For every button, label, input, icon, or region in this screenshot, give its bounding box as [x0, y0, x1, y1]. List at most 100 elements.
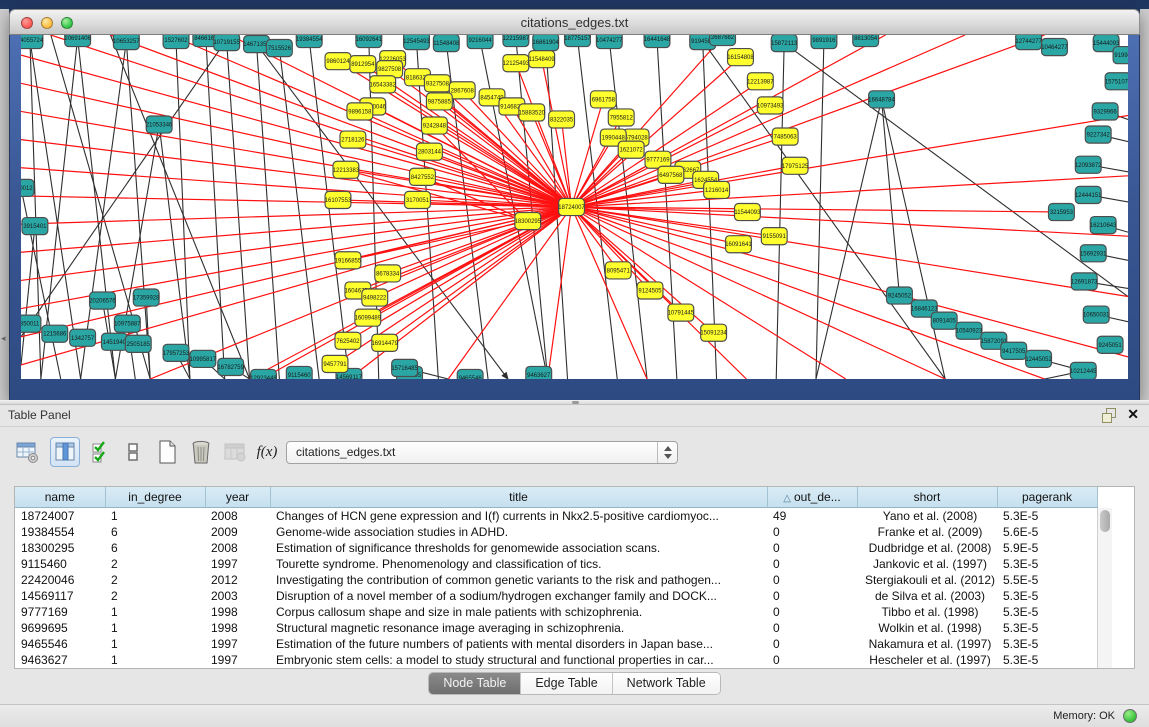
table-cell: 5.3E-5 [997, 507, 1097, 524]
graph-edge [21, 226, 35, 365]
graph-node-label: 1621072 [620, 148, 644, 154]
table-row[interactable]: 911546021997Tourette syndrome. Phenomeno… [15, 556, 1097, 572]
graph-node-label: 9891916 [812, 38, 836, 44]
graph-node-label: 17975125 [782, 164, 809, 170]
column-header-name[interactable]: name [15, 487, 105, 507]
table-cell: 9699695 [15, 620, 105, 636]
table-row[interactable]: 2242004622012Investigating the contribut… [15, 572, 1097, 588]
scrollbar-thumb[interactable] [1100, 510, 1110, 532]
delete-column-button[interactable] [186, 437, 216, 467]
graph-edge [21, 188, 61, 379]
graph-node-label: 7955812 [610, 115, 634, 121]
table-cell: Tourette syndrome. Phenomenology and cla… [270, 556, 767, 572]
table-cell: 5.3E-5 [997, 588, 1097, 604]
graph-node-label: 8912954 [351, 62, 375, 68]
table-cell: 2012 [205, 572, 270, 588]
graph-node-label: 12093872 [1075, 163, 1102, 169]
table-row[interactable]: 1456911722003Disruption of a novel membe… [15, 588, 1097, 604]
graph-node-label: 7515526 [268, 46, 292, 52]
tab-network-table[interactable]: Network Table [613, 673, 720, 694]
column-header-short[interactable]: short [857, 487, 997, 507]
table-row[interactable]: 946554611997Estimation of the future num… [15, 636, 1097, 652]
table-cell: 0 [767, 524, 857, 540]
import-table-button[interactable] [220, 437, 250, 467]
graph-node-label: 3170051 [406, 198, 430, 204]
close-window-button[interactable] [21, 17, 33, 29]
tab-edge-table[interactable]: Edge Table [521, 673, 612, 694]
table-cell: Stergiakouli et al. (2012) [857, 572, 997, 588]
table-row[interactable]: 969969511998Structural magnetic resonanc… [15, 620, 1097, 636]
graph-node-label: 16154808 [727, 55, 754, 61]
table-row[interactable]: 1872400712008Changes of HCN gene express… [15, 507, 1097, 524]
table-settings-icon [15, 440, 39, 464]
graph-node-label: 8678334 [376, 271, 400, 277]
column-visibility-button[interactable] [50, 437, 80, 467]
table-cell: Hescheler et al. (1997) [857, 652, 997, 668]
table-cell: 6 [105, 524, 205, 540]
table-cell: 5.3E-5 [997, 556, 1097, 572]
column-header-year[interactable]: year [205, 487, 270, 507]
column-header-out-de-[interactable]: △out_de... [767, 487, 857, 507]
desktop-background: ◂ citations_edges.txt 240557242069140610… [0, 0, 1149, 400]
graph-node-label: 19384554 [296, 37, 323, 43]
column-header-in-degree[interactable]: in_degree [105, 487, 205, 507]
graph-node-label: 20691406 [64, 36, 91, 42]
table-scrollbar[interactable] [1097, 508, 1112, 668]
select-columns-button[interactable] [86, 437, 116, 467]
network-canvas[interactable]: 2405572420691406106532571527602846616010… [21, 35, 1128, 379]
graph-node-label: 9227342 [1087, 133, 1111, 139]
float-panel-icon[interactable] [1102, 408, 1115, 421]
checkmarks-icon [90, 440, 112, 464]
tab-node-table[interactable]: Node Table [429, 673, 521, 694]
graph-node-label: 2718126 [341, 138, 365, 144]
table-cell: 9115460 [15, 556, 105, 572]
graph-node-label: 9896158 [348, 109, 372, 115]
table-cell: 1 [105, 507, 205, 524]
graph-node-label: 6497568 [659, 173, 683, 179]
sort-ascending-icon: △ [783, 493, 791, 504]
table-cell: 2003 [205, 588, 270, 604]
window-titlebar[interactable]: citations_edges.txt [9, 9, 1140, 35]
graph-node-label: 9498222 [363, 296, 387, 302]
create-column-button[interactable] [152, 437, 182, 467]
memory-status-label: Memory: OK [1053, 710, 1115, 722]
column-header-title[interactable]: title [270, 487, 767, 507]
graph-node-label: 10973493 [757, 103, 784, 109]
table-row[interactable]: 1830029562008Estimation of significance … [15, 540, 1097, 556]
graph-node-label: 9329966 [1094, 109, 1118, 115]
graph-node-label: 3915401 [23, 224, 47, 230]
row-mode-button[interactable] [118, 437, 148, 467]
graph-node-label: 11548408 [433, 41, 460, 47]
memory-indicator[interactable] [1123, 709, 1137, 723]
table-cell: Disruption of a novel member of a sodium… [270, 588, 767, 604]
network-table-selector[interactable]: citations_edges.txt [286, 441, 678, 464]
close-panel-icon[interactable]: ✕ [1127, 407, 1139, 421]
table-cell: Franke et al. (2009) [857, 524, 997, 540]
graph-edge [176, 40, 190, 379]
import-table-icon [223, 440, 247, 464]
column-header-pagerank[interactable]: pagerank [997, 487, 1097, 507]
graph-edge [572, 207, 846, 379]
table-row[interactable]: 977716911998Corpus callosum shape and si… [15, 604, 1097, 620]
function-icon: f(x) [257, 444, 278, 461]
graph-node-label: 9463627 [527, 373, 551, 379]
table-settings-button[interactable] [12, 437, 42, 467]
table-cell: 19384554 [15, 524, 105, 540]
function-builder-button[interactable]: f(x) [252, 437, 282, 467]
table-cell: 22420046 [15, 572, 105, 588]
table-row[interactable]: 946362711997Embryonic stem cells: a mode… [15, 652, 1097, 668]
table-cell: 49 [767, 507, 857, 524]
panel-collapse-arrow[interactable]: ◂ [1, 333, 6, 344]
table-cell: 0 [767, 556, 857, 572]
graph-edge [542, 59, 572, 207]
graph-node-label: 12125493 [503, 61, 530, 67]
graph-edge [548, 207, 572, 379]
table-cell: 5.3E-5 [997, 636, 1097, 652]
graph-node-label: 20206576 [89, 299, 116, 305]
table-row[interactable]: 1938455462009Genome-wide association stu… [15, 524, 1097, 540]
graph-node-label: 10975887 [114, 322, 141, 328]
zoom-window-button[interactable] [61, 17, 73, 29]
graph-node-label: 9827508 [378, 67, 402, 73]
minimize-window-button[interactable] [41, 17, 53, 29]
graph-node-label: 16543382 [369, 82, 396, 88]
